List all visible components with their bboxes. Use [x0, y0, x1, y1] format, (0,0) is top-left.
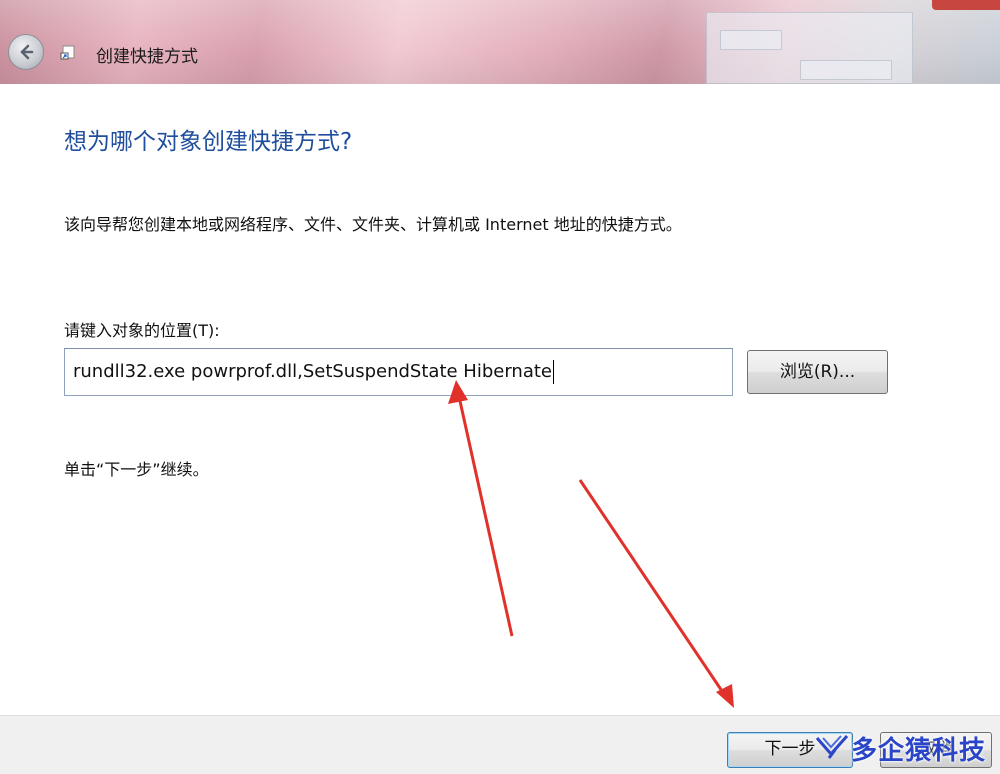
background-window-blur	[800, 60, 892, 80]
background-window-blur	[720, 30, 782, 50]
watermark: 多企猿科技	[815, 728, 1000, 768]
location-input[interactable]: rundll32.exe powrprof.dll,SetSuspendStat…	[64, 348, 733, 396]
wizard-page	[0, 84, 1000, 715]
watermark-text: 多企猿科技	[851, 736, 987, 766]
wizard-description: 该向导帮您创建本地或网络程序、文件、文件夹、计算机或 Internet 地址的快…	[64, 215, 682, 234]
continue-hint: 单击“下一步”继续。	[64, 460, 209, 479]
location-input-value: rundll32.exe powrprof.dll,SetSuspendStat…	[73, 361, 552, 382]
back-arrow-icon	[20, 44, 34, 60]
watermark-logo-icon	[815, 735, 849, 759]
back-button[interactable]	[8, 34, 44, 70]
browse-button[interactable]: 浏览(R)...	[747, 350, 888, 394]
window-titlebar: 创建快捷方式	[0, 0, 1000, 84]
close-button[interactable]	[932, 0, 1000, 10]
shortcut-icon	[60, 45, 75, 60]
location-label: 请键入对象的位置(T):	[64, 321, 220, 340]
text-caret	[553, 360, 554, 384]
window-title: 创建快捷方式	[96, 47, 198, 67]
wizard-heading: 想为哪个对象创建快捷方式?	[64, 129, 353, 155]
